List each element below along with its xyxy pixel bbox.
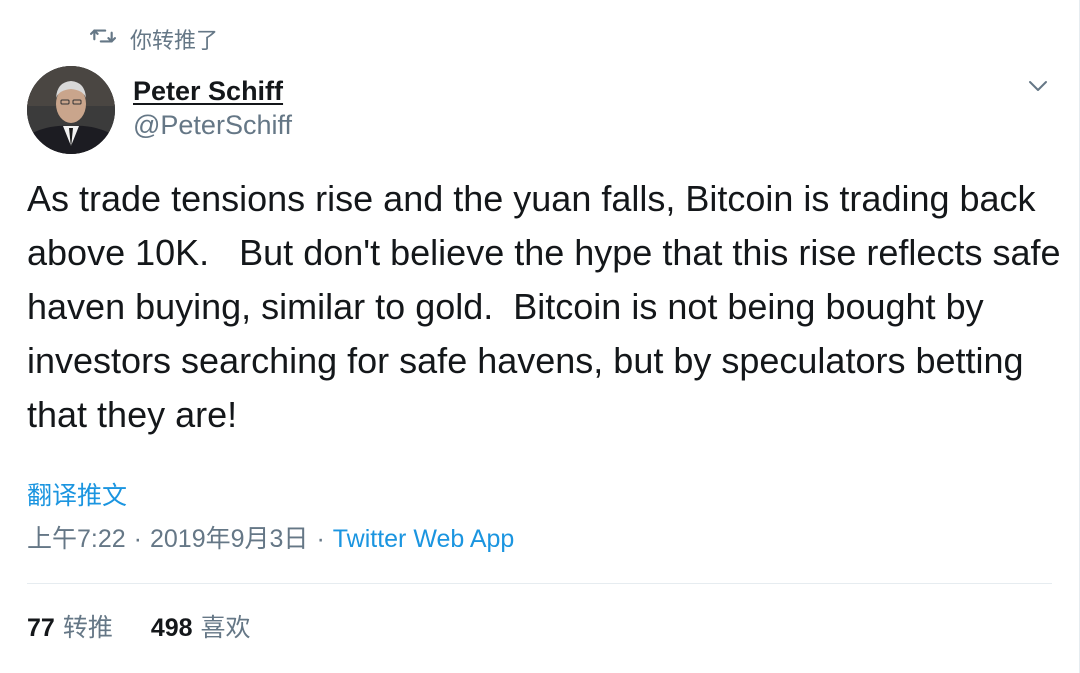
retweet-icon (90, 23, 116, 55)
tweet-meta: 上午7:22 · 2019年9月3日 · Twitter Web App (27, 522, 514, 556)
translate-tweet-link[interactable]: 翻译推文 (27, 479, 127, 513)
likes-label: 喜欢 (200, 614, 251, 642)
divider (27, 583, 1052, 584)
author-block: Peter Schiff @PeterSchiff (133, 74, 292, 142)
tweet-date[interactable]: 2019年9月3日 (150, 522, 308, 556)
tweet-source-link[interactable]: Twitter Web App (333, 522, 515, 556)
retweets-label: 转推 (62, 614, 113, 642)
retweets-count: 77 (27, 614, 55, 642)
tweet-time[interactable]: 上午7:22 (27, 522, 126, 556)
retweet-context-text: 你转推了 (130, 28, 219, 53)
chevron-down-icon (1026, 74, 1050, 103)
meta-separator: · (133, 525, 142, 553)
retweet-context: 你转推了 (90, 24, 218, 54)
tweet-text: As trade tensions rise and the yuan fall… (27, 178, 1071, 435)
likes-count: 498 (150, 614, 193, 642)
meta-separator: · (316, 525, 325, 553)
tweet-stats: 77 转推 498 喜欢 (27, 611, 251, 645)
tweet-detail: 你转推了 Peter Schiff @PeterSchiff As trade … (0, 0, 1080, 673)
author-display-name[interactable]: Peter Schiff (133, 74, 292, 108)
author-handle[interactable]: @PeterSchiff (133, 108, 292, 142)
more-options-button[interactable] (1022, 74, 1054, 102)
retweets-stat[interactable]: 77 转推 (27, 611, 113, 645)
likes-stat[interactable]: 498 喜欢 (151, 611, 251, 645)
avatar[interactable] (27, 66, 115, 154)
